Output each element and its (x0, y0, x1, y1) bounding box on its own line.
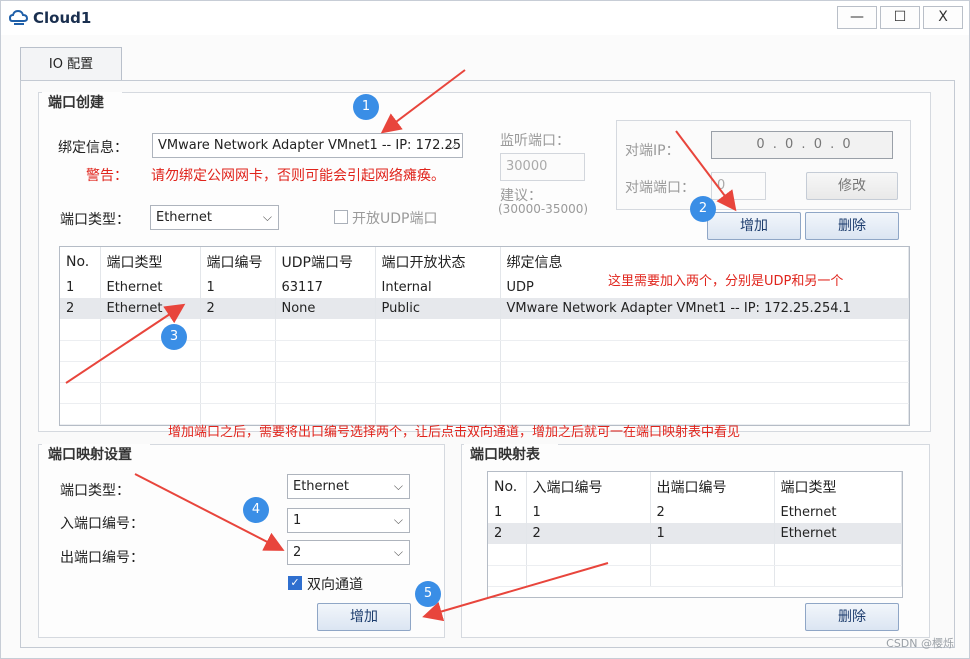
bind-info-select[interactable]: VMware Network Adapter VMnet1 -- IP: 172… (152, 133, 463, 158)
step-marker-2: 2 (690, 196, 716, 222)
empty-row (60, 382, 909, 404)
listen-port-label: 监听端口： (500, 133, 570, 149)
warning-text: 请勿绑定公网网卡，否则可能会引起网络瘫痪。 (151, 168, 445, 184)
annotation-top-note: 这里需要加入两个，分别是UDP和另一个 (608, 274, 844, 289)
out-port-value: 2 (293, 545, 302, 560)
col-header: 端口编号 (200, 247, 276, 277)
cell: 2 (200, 298, 276, 319)
out-port-select[interactable]: 2 ⌵ (287, 540, 410, 565)
peer-port-label: 对端端口： (625, 180, 695, 196)
close-button[interactable]: X (923, 6, 963, 29)
port-create-title: 端口创建 (42, 92, 122, 114)
port-type-label: 端口类型： (60, 212, 130, 228)
cell: Public (375, 298, 501, 319)
col-header: 入端口编号 (526, 472, 651, 502)
step-marker-4: 4 (243, 497, 269, 523)
bidirectional-label: 双向通道 (307, 577, 363, 593)
warning-label: 警告： (86, 168, 128, 184)
col-header: No. (488, 472, 527, 502)
udp-port-checkbox-label: 开放UDP端口 (352, 211, 438, 227)
map-port-type-value: Ethernet (293, 479, 349, 494)
cell: 1 (60, 277, 101, 298)
cell: 1 (650, 523, 775, 544)
chevron-down-icon: ⌵ (393, 479, 403, 493)
step-marker-5: 5 (415, 581, 441, 607)
peer-ip-input[interactable]: 0 . 0 . 0 . 0 (711, 131, 893, 159)
cell: 2 (526, 523, 651, 544)
mapping-table-header: No. 入端口编号 出端口编号 端口类型 (488, 472, 902, 502)
suggest-range: (30000-35000) (498, 202, 589, 216)
title-bar[interactable]: Cloud1 — ☐ X (1, 1, 969, 35)
col-header: 出端口编号 (650, 472, 775, 502)
bind-info-label: 绑定信息： (58, 140, 128, 156)
delete-mapping-button[interactable]: 删除 (805, 603, 899, 631)
chevron-down-icon: ⌵ (262, 210, 272, 224)
cell: Ethernet (100, 277, 201, 298)
add-mapping-button[interactable]: 增加 (317, 603, 411, 631)
cell: 1 (200, 277, 276, 298)
col-header: 端口类型 (100, 247, 201, 277)
table-row[interactable]: 2 Ethernet 2 None Public VMware Network … (60, 298, 909, 319)
empty-row (60, 340, 909, 362)
tab-io-config[interactable]: IO 配置 (20, 47, 122, 81)
cell: 1 (526, 502, 651, 523)
mapping-table: No. 入端口编号 出端口编号 端口类型 1 1 2 Ethernet 2 2 … (487, 471, 903, 598)
cloud-app-icon (8, 9, 29, 31)
cell: 2 (60, 298, 101, 319)
chevron-down-icon: ⌵ (393, 545, 403, 559)
out-port-label: 出端口编号： (60, 550, 144, 566)
step-marker-3: 3 (161, 324, 187, 350)
map-port-type-label: 端口类型： (60, 483, 130, 499)
chevron-down-icon: ⌵ (446, 138, 456, 152)
port-type-select[interactable]: Ethernet ⌵ (150, 205, 279, 230)
cell: Internal (375, 277, 501, 298)
bind-info-value: VMware Network Adapter VMnet1 -- IP: 172… (158, 138, 462, 153)
delete-port-button[interactable]: 删除 (805, 212, 899, 240)
table-row[interactable]: 1 1 2 Ethernet (488, 502, 902, 523)
cell: 2 (650, 502, 775, 523)
peer-port-input[interactable]: 0 (711, 172, 766, 200)
cell: None (275, 298, 376, 319)
map-port-type-select[interactable]: Ethernet ⌵ (287, 474, 410, 499)
port-type-value: Ethernet (156, 210, 212, 225)
cell: 2 (488, 523, 527, 544)
listen-port-input[interactable]: 30000 (500, 153, 585, 181)
empty-row (488, 565, 902, 587)
cell: Ethernet (774, 523, 902, 544)
mapping-settings-title: 端口映射设置 (42, 444, 150, 466)
minimize-button[interactable]: — (837, 6, 877, 29)
col-header: 端口开放状态 (375, 247, 501, 277)
empty-row (60, 361, 909, 383)
table-row[interactable]: 2 2 1 Ethernet (488, 523, 902, 544)
col-header: UDP端口号 (275, 247, 376, 277)
col-header: 端口类型 (774, 472, 902, 502)
cell: Ethernet (100, 298, 201, 319)
udp-port-checkbox[interactable] (334, 210, 348, 224)
annotation-middle-note: 增加端口之后，需要将出口编号选择两个，让后点击双向通道，增加之后就可一在端口映射… (168, 425, 741, 440)
col-header: No. (60, 247, 101, 277)
step-marker-1: 1 (353, 94, 379, 120)
maximize-button[interactable]: ☐ (880, 6, 920, 29)
modify-button[interactable]: 修改 (806, 172, 898, 200)
cell: 1 (488, 502, 527, 523)
cell: Ethernet (774, 502, 902, 523)
peer-ip-label: 对端IP： (625, 143, 680, 159)
add-port-button[interactable]: 增加 (707, 212, 801, 240)
cell: VMware Network Adapter VMnet1 -- IP: 172… (500, 298, 909, 319)
in-port-value: 1 (293, 513, 302, 528)
empty-row (488, 544, 902, 566)
bidirectional-checkbox[interactable]: ✓ (288, 576, 302, 590)
chevron-down-icon: ⌵ (393, 513, 403, 527)
cell: 63117 (275, 277, 376, 298)
mapping-table-title: 端口映射表 (464, 444, 558, 466)
watermark: CSDN @樱烁 (886, 637, 954, 650)
in-port-label: 入端口编号： (60, 516, 144, 532)
in-port-select[interactable]: 1 ⌵ (287, 508, 410, 533)
empty-row (60, 319, 909, 341)
window-title: Cloud1 (33, 9, 92, 27)
